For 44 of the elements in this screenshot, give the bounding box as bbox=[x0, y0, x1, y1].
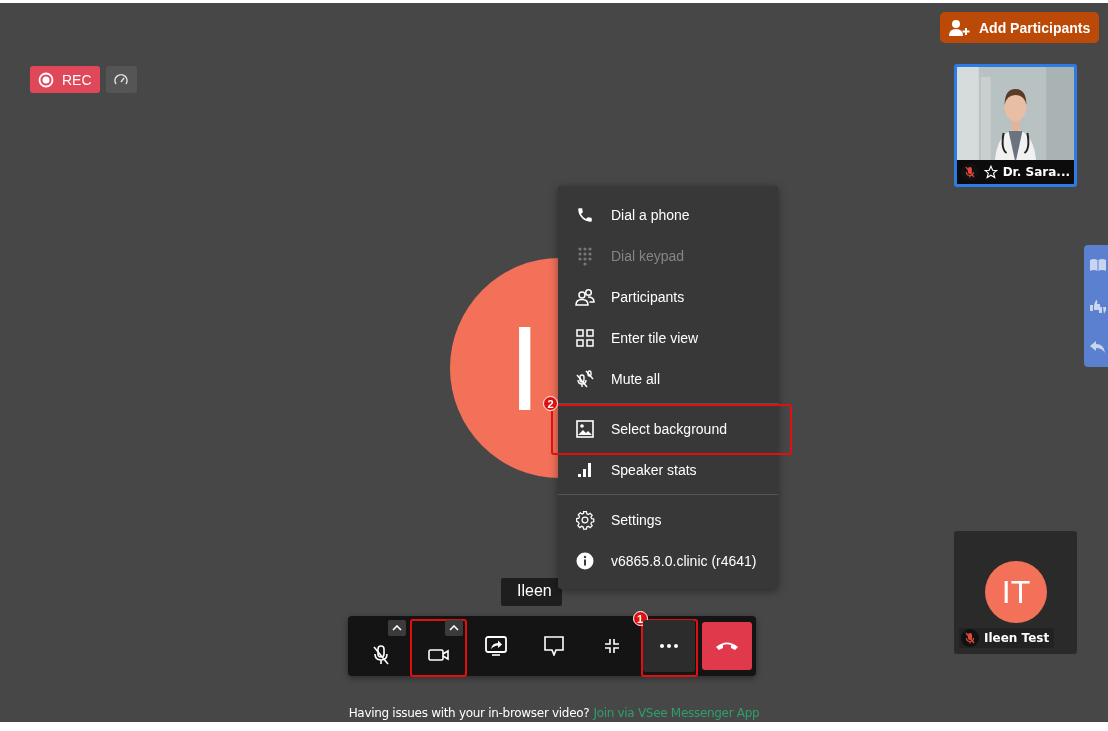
caret-icon bbox=[391, 625, 402, 631]
menu-item[interactable]: Dial a phone bbox=[558, 194, 778, 235]
share-screen-icon bbox=[485, 636, 508, 656]
menu-item[interactable]: Speaker stats bbox=[558, 449, 778, 490]
menu-item[interactable]: Select background bbox=[558, 408, 778, 449]
menu-item[interactable]: Participants bbox=[558, 276, 778, 317]
people-icon bbox=[574, 287, 595, 306]
help-text: Having issues with your in-browser video? bbox=[348, 706, 590, 720]
more-icon bbox=[660, 644, 679, 648]
add-participants-button[interactable]: Add Participants bbox=[940, 12, 1100, 43]
participant-name: Ileen bbox=[501, 578, 562, 606]
record-button[interactable]: REC bbox=[30, 66, 100, 93]
add-person-icon bbox=[949, 18, 971, 37]
menu-item[interactable]: v6865.8.0.clinic (r4641) bbox=[558, 540, 778, 581]
caret-icon bbox=[449, 625, 460, 631]
avatar-initials: IT bbox=[1001, 573, 1031, 611]
hang-up-icon bbox=[715, 641, 740, 651]
info-icon bbox=[575, 551, 594, 570]
menu-item[interactable]: Mute all bbox=[558, 358, 778, 399]
grid-icon bbox=[575, 328, 594, 347]
caret-button[interactable] bbox=[387, 620, 406, 636]
bar-chart-icon bbox=[576, 461, 593, 478]
hangup-button[interactable] bbox=[702, 622, 753, 670]
menu-item[interactable]: Enter tile view bbox=[558, 317, 778, 358]
image-icon bbox=[575, 419, 594, 438]
avatar-initials: I bbox=[508, 300, 542, 437]
muted-mic-icon bbox=[574, 368, 595, 389]
participant-tile[interactable]: Dr. Sara... bbox=[954, 64, 1077, 187]
record-icon bbox=[38, 71, 54, 88]
participant-name: Dr. Sara... bbox=[1002, 165, 1070, 179]
participant-tile[interactable]: IT Ileen Test bbox=[954, 531, 1077, 654]
reply-icon[interactable] bbox=[1089, 340, 1107, 354]
settings-icon bbox=[574, 509, 595, 530]
caret-button[interactable] bbox=[445, 620, 464, 636]
chat-icon bbox=[544, 636, 564, 656]
thumbs-icon[interactable] bbox=[1089, 298, 1107, 314]
menu-item[interactable]: Settings bbox=[558, 499, 778, 540]
phone-icon bbox=[575, 205, 594, 224]
book-icon[interactable] bbox=[1089, 258, 1107, 272]
camera-icon bbox=[427, 647, 450, 663]
star-icon[interactable] bbox=[983, 165, 998, 179]
participant-name: Ileen Test bbox=[984, 631, 1050, 645]
speedometer-button[interactable] bbox=[105, 66, 137, 93]
exit-fullscreen-icon bbox=[603, 638, 620, 654]
